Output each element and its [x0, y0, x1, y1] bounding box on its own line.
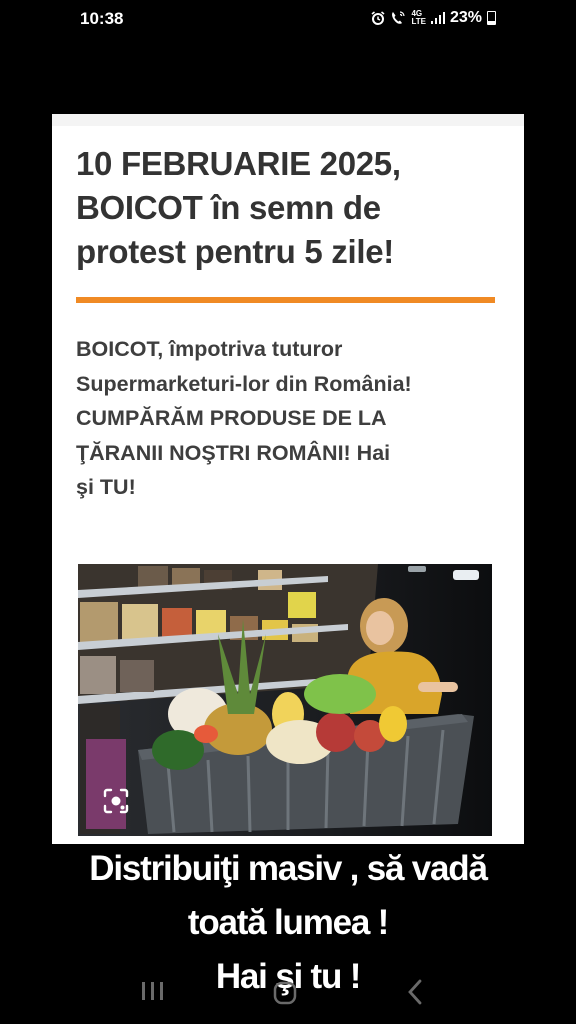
signal-icon: [430, 12, 445, 24]
home-icon[interactable]: [272, 980, 298, 1006]
body-line: Supermarketuri-lor din România!: [76, 371, 412, 396]
status-bar: 10:38 4G LTE 23%: [0, 0, 576, 38]
headline-line: protest pentru 5 zile!: [76, 233, 394, 270]
network-type: 4G LTE: [411, 10, 426, 26]
back-icon[interactable]: [404, 978, 426, 1006]
headline-line: 10 FEBRUARIE 2025,: [76, 145, 401, 182]
network-type-bottom: LTE: [411, 17, 426, 26]
supermarket-illustration: [78, 564, 492, 836]
caption-line: Distribuiţi masiv , să vadă: [89, 849, 488, 888]
article-card: 10 FEBRUARIE 2025, BOICOT în semn de pro…: [52, 114, 524, 844]
caption-line: toată lumea !: [187, 903, 389, 942]
call-icon: [392, 11, 406, 24]
alarm-icon: [371, 11, 385, 25]
battery-icon: [487, 11, 496, 25]
navigation-bar: [0, 962, 576, 1024]
body-line: CUMPĂRĂM PRODUSE DE LA: [76, 406, 387, 430]
body-line: şi TU!: [76, 475, 136, 499]
headline-line: BOICOT în semn de: [76, 189, 381, 226]
battery-percent: 23%: [449, 9, 482, 26]
body-line: BOICOT, împotriva tuturor: [76, 337, 343, 361]
recents-icon[interactable]: [140, 980, 166, 1002]
article-headline: 10 FEBRUARIE 2025, BOICOT în semn de pro…: [76, 142, 506, 274]
supermarket-photo[interactable]: [78, 564, 492, 836]
lens-search-icon[interactable]: [101, 786, 131, 816]
status-icons: 4G LTE 23%: [371, 9, 496, 27]
article-body: BOICOT, împotriva tuturor Supermarketuri…: [76, 332, 516, 505]
status-time: 10:38: [80, 9, 124, 28]
body-line: ŢĂRANII NOŞTRI ROMÂNI! Hai: [76, 440, 391, 465]
orange-divider: [76, 297, 495, 303]
card-top-strip: [52, 114, 524, 126]
